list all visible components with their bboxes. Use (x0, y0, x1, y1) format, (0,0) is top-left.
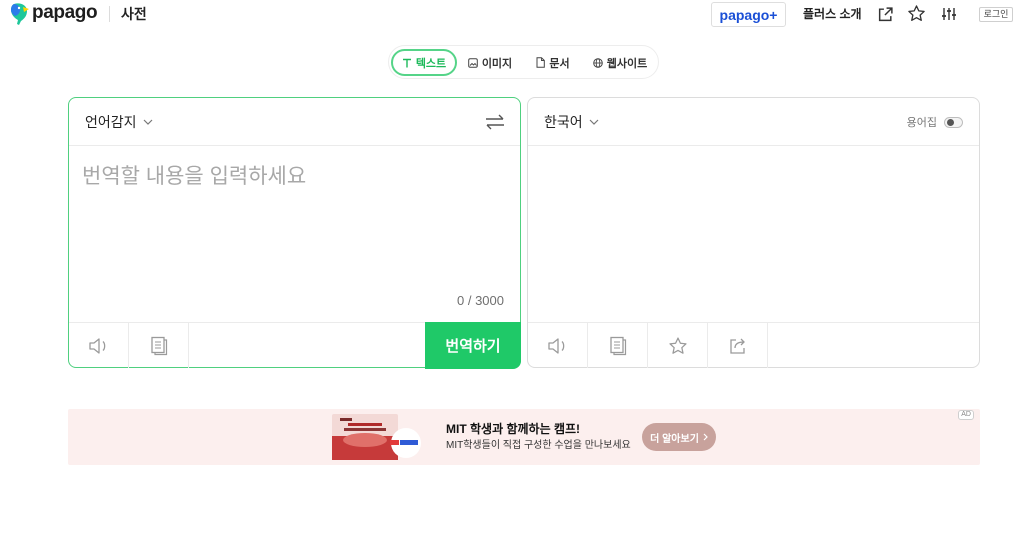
service-link-dictionary[interactable]: 사전 (121, 3, 147, 25)
chevron-right-icon (703, 433, 708, 441)
target-header-divider (528, 145, 979, 146)
ad-title: MIT 학생과 함께하는 캠프! (446, 422, 581, 436)
image-icon (468, 57, 478, 68)
share-icon[interactable] (728, 336, 748, 356)
speaker-icon[interactable] (547, 337, 569, 355)
character-counter: 0 / 3000 (457, 293, 504, 308)
target-dictionary-button[interactable] (588, 323, 648, 368)
glossary-control: 용어집 (907, 113, 963, 131)
tab-label: 텍스트 (415, 57, 447, 70)
papago-app: papago 사전 papago+ 플러스 소개 로그인 텍스트 이미지 문서 … (0, 0, 1024, 540)
ad-thumbnail[interactable] (332, 414, 422, 460)
chevron-down-icon (589, 119, 599, 125)
ad-learn-more-button[interactable]: 더 알아보기 (642, 423, 716, 451)
tab-label: 문서 (549, 57, 570, 70)
glossary-label: 용어집 (906, 117, 937, 129)
ad-badge: AD (958, 410, 974, 420)
tab-document[interactable]: 문서 (529, 49, 577, 76)
translate-button[interactable]: 번역하기 (425, 322, 521, 369)
target-language-label: 한국어 (544, 113, 583, 130)
source-dictionary-button[interactable] (129, 323, 189, 368)
target-language-select[interactable]: 한국어 (544, 98, 599, 145)
papago-logo-icon[interactable] (10, 2, 30, 26)
tab-text[interactable]: 텍스트 (391, 49, 457, 76)
glossary-toggle[interactable] (944, 116, 963, 128)
header-divider (109, 6, 110, 22)
mode-tabs: 텍스트 이미지 문서 웹사이트 (388, 45, 659, 79)
globe-icon (592, 57, 603, 68)
source-toolbar: 번역하기 (69, 322, 521, 369)
tab-website[interactable]: 웹사이트 (585, 49, 655, 76)
target-panel: 한국어 용어집 (527, 97, 980, 368)
source-header-divider (69, 145, 520, 146)
text-icon (402, 58, 412, 68)
source-language-select[interactable]: 언어감지 (85, 98, 153, 145)
document-icon (536, 57, 546, 68)
speaker-icon[interactable] (88, 337, 110, 355)
source-panel: 언어감지 0 / 3000 (68, 97, 521, 369)
papago-plus-button[interactable]: papago+ (711, 2, 786, 27)
star-icon[interactable] (668, 336, 688, 356)
target-listen-button[interactable] (528, 323, 588, 368)
source-language-label: 언어감지 (85, 113, 137, 130)
target-toolbar (528, 322, 979, 368)
source-listen-button[interactable] (69, 323, 129, 368)
target-share-button[interactable] (708, 323, 768, 368)
target-favorite-button[interactable] (648, 323, 708, 368)
ad-subtitle: MIT학생들이 직접 구성한 수업을 만나보세요 (446, 440, 631, 451)
tab-label: 이미지 (481, 57, 513, 70)
book-icon[interactable] (609, 336, 627, 356)
swap-icon[interactable] (481, 108, 509, 136)
source-panel-header: 언어감지 (69, 98, 520, 145)
star-icon[interactable] (906, 3, 926, 23)
toggle-knob (947, 118, 954, 126)
target-panel-header: 한국어 용어집 (528, 98, 979, 145)
source-text-input[interactable] (82, 162, 508, 290)
login-button[interactable]: 로그인 (979, 7, 1013, 22)
plus-intro-link[interactable]: 플러스 소개 (803, 6, 862, 22)
ad-banner[interactable]: MIT 학생과 함께하는 캠프! MIT학생들이 직접 구성한 수업을 만나보세… (68, 409, 980, 465)
chevron-down-icon (143, 119, 153, 125)
book-icon[interactable] (150, 336, 168, 356)
tab-image[interactable]: 이미지 (461, 49, 519, 76)
tab-label: 웹사이트 (606, 57, 648, 70)
external-link-icon[interactable] (875, 4, 895, 24)
ad-cta-label: 더 알아보기 (650, 433, 699, 445)
brand-name[interactable]: papago (32, 1, 98, 25)
settings-sliders-icon[interactable] (939, 4, 959, 24)
